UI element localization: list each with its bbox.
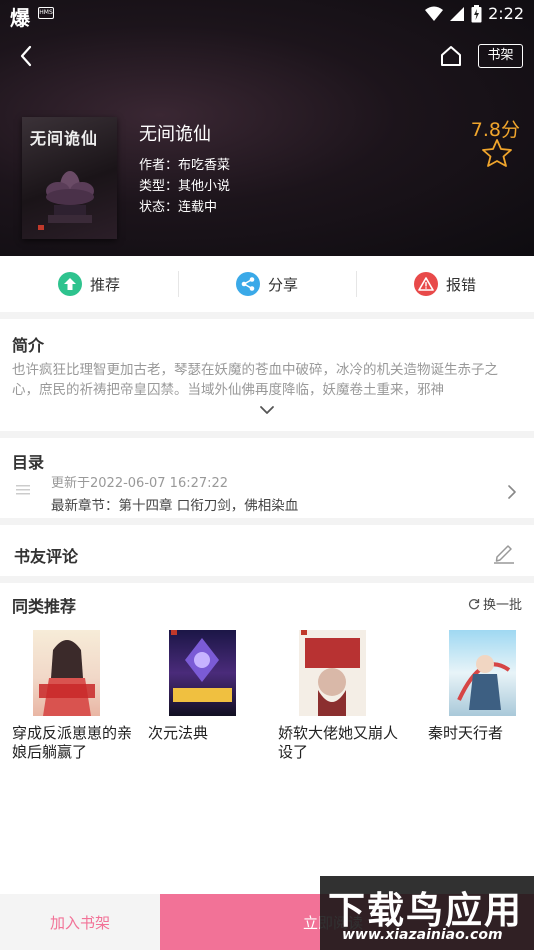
cover-title: 无间诡仙 xyxy=(30,129,99,148)
book-status: 状态：连载中 xyxy=(139,200,218,215)
watermark-logo: 下载鸟应用 www.xiazainiao.com xyxy=(320,876,534,950)
divider xyxy=(0,576,534,583)
expand-intro-button[interactable] xyxy=(258,402,276,416)
similar-book-item[interactable]: 次元法典 xyxy=(148,630,268,743)
edit-pencil-icon xyxy=(494,545,514,564)
recommend-button[interactable]: 推荐 xyxy=(0,256,178,312)
refresh-batch-button[interactable]: 换一批 xyxy=(468,594,522,613)
catalog-updated-time: 更新于2022-06-07 16:27:22 xyxy=(51,476,229,491)
book-title: 无间诡仙 xyxy=(139,124,211,145)
list-icon xyxy=(16,485,30,495)
home-icon xyxy=(441,46,461,66)
similar-book-title: 次元法典 xyxy=(148,724,209,742)
book-cover: 无间诡仙 xyxy=(22,117,117,239)
report-error-button[interactable]: 报错 xyxy=(356,256,534,312)
back-button[interactable] xyxy=(14,42,40,70)
similar-book-cover xyxy=(449,630,516,716)
share-label: 分享 xyxy=(267,275,298,294)
bookshelf-button[interactable]: 书架 xyxy=(478,44,523,68)
battery-icon xyxy=(471,4,482,22)
home-button[interactable] xyxy=(439,44,463,68)
signal-icon xyxy=(450,6,465,21)
write-comment-button[interactable] xyxy=(491,539,517,565)
recommend-label: 推荐 xyxy=(89,275,120,294)
book-header: 爆 HMS 2:22 书架 无间诡仙 无间诡仙 作者：布吃香菜 类型：其他小说 … xyxy=(0,0,534,256)
similar-book-cover xyxy=(299,630,366,716)
app-notification-icon: 爆 xyxy=(10,6,30,30)
similar-heading: 同类推荐 xyxy=(12,597,77,616)
system-icons: 2:22 xyxy=(425,4,524,23)
share-icon xyxy=(235,272,260,296)
warning-icon xyxy=(413,272,438,296)
book-type: 类型：其他小说 xyxy=(139,179,231,194)
refresh-icon xyxy=(468,598,480,609)
similar-book-title: 娇软大佬她又崩人设了 xyxy=(278,724,399,761)
thumb-up-icon xyxy=(57,272,82,296)
watermark-url: www.xiazainiao.com xyxy=(342,927,503,943)
hms-icon: HMS xyxy=(38,7,54,19)
chevron-right-icon xyxy=(508,485,516,499)
back-arrow-icon xyxy=(20,45,32,67)
catalog-row[interactable]: 更新于2022-06-07 16:27:22 最新章节：第十四章 口衔刀剑，佛相… xyxy=(0,468,534,516)
share-button[interactable]: 分享 xyxy=(178,256,356,312)
report-error-label: 报错 xyxy=(445,275,476,294)
lotus-illustration xyxy=(38,171,94,230)
similar-book-item[interactable]: 秦时天行者 xyxy=(428,630,534,743)
rate-button[interactable] xyxy=(481,138,513,168)
comments-heading: 书友评论 xyxy=(14,547,79,566)
status-bar: 爆 HMS 2:22 xyxy=(0,0,534,30)
similar-book-cover xyxy=(33,630,100,716)
similar-book-item[interactable]: 穿成反派崽崽的亲娘后躺赢了 xyxy=(12,630,132,762)
add-to-shelf-button[interactable]: 加入书架 xyxy=(0,894,160,950)
similar-book-item[interactable]: 娇软大佬她又崩人设了 xyxy=(278,630,398,762)
watermark-title: 下载鸟应用 xyxy=(328,888,523,932)
clock: 2:22 xyxy=(488,4,524,23)
wifi-icon xyxy=(425,6,444,21)
similar-book-cover xyxy=(169,630,236,716)
refresh-label: 换一批 xyxy=(482,598,522,613)
intro-heading: 简介 xyxy=(12,336,45,355)
divider xyxy=(0,312,534,319)
action-row: 推荐 分享 报错 xyxy=(0,256,534,312)
book-author: 作者：布吃香菜 xyxy=(139,158,231,173)
divider xyxy=(0,518,534,525)
intro-text: 也许疯狂比理智更加古老，琴瑟在妖魔的苍血中破碎，冰冷的机关造物诞生赤子之心，庶民… xyxy=(12,362,498,398)
divider xyxy=(0,431,534,438)
star-icon xyxy=(482,139,512,167)
catalog-latest-chapter: 最新章节：第十四章 口衔刀剑，佛相染血 xyxy=(51,498,299,514)
similar-book-title: 穿成反派崽崽的亲娘后躺赢了 xyxy=(12,724,133,761)
similar-book-title: 秦时天行者 xyxy=(428,724,504,742)
chevron-down-icon xyxy=(260,406,274,414)
